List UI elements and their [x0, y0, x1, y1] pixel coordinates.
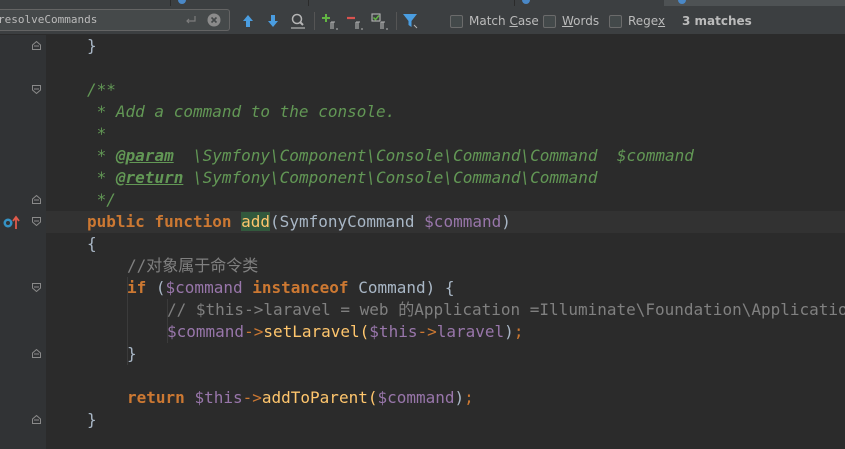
- editor-gutter: [0, 35, 46, 449]
- code-line-14: $command->setLaravel($this->laravel);: [167, 322, 524, 341]
- words-label: Words: [562, 14, 600, 28]
- code-line-15: }: [127, 344, 137, 363]
- code-line-17: return $this->addToParent($command);: [127, 388, 474, 407]
- fold-end-icon[interactable]: [32, 195, 41, 204]
- regex-checkbox[interactable]: [609, 14, 622, 28]
- add-occurrence-icon[interactable]: [321, 12, 339, 30]
- fold-start-icon[interactable]: [32, 283, 41, 292]
- implements-method-icon[interactable]: [2, 215, 22, 231]
- match-case-option[interactable]: Match Case: [450, 14, 539, 28]
- filter-icon[interactable]: [401, 12, 419, 30]
- find-bar: resolveCommands Match Case Words Regex 3…: [0, 6, 845, 35]
- php-file-icon: [178, 0, 186, 4]
- fold-end-icon[interactable]: [32, 349, 41, 358]
- code-line-1: }: [87, 36, 97, 55]
- code-line-3: /**: [87, 80, 116, 99]
- fold-start-icon[interactable]: [32, 85, 41, 94]
- php-file-icon: [678, 0, 686, 4]
- code-editor[interactable]: } /** * Add a command to the console. * …: [46, 35, 845, 449]
- clear-icon[interactable]: [207, 13, 221, 27]
- words-checkbox[interactable]: [543, 14, 556, 28]
- doc-tag: @param: [115, 146, 174, 165]
- match-case-label: Match Case: [469, 14, 539, 28]
- code-line-18: }: [87, 410, 97, 429]
- find-all-icon[interactable]: [289, 12, 307, 30]
- select-all-occurrences-icon[interactable]: [371, 12, 389, 30]
- code-line-6: * @param \Symfony\Component\Console\Comm…: [87, 146, 694, 165]
- code-line-4: * Add a command to the console.: [87, 102, 396, 121]
- match-count: 3 matches: [682, 14, 752, 28]
- code-line-13: // $this->laravel = web 的Application =Il…: [167, 300, 845, 319]
- code-line-10: {: [87, 234, 97, 253]
- code-line-11: //对象属于命令类: [127, 256, 259, 275]
- match-case-checkbox[interactable]: [450, 14, 463, 28]
- fold-end-icon[interactable]: [32, 415, 41, 424]
- code-line-5: *: [87, 124, 107, 143]
- next-occurrence-icon[interactable]: [264, 12, 282, 30]
- enter-icon[interactable]: [184, 13, 198, 27]
- code-line-7: * @return \Symfony\Component\Console\Com…: [87, 168, 598, 187]
- toolbar-separator: [314, 12, 315, 30]
- fold-end-icon[interactable]: [32, 41, 41, 50]
- words-option[interactable]: Words: [543, 14, 599, 28]
- doc-tag: @return: [115, 168, 184, 187]
- code-line-9: public function add(SymfonyCommand $comm…: [87, 212, 511, 231]
- regex-label: Regex: [628, 14, 666, 28]
- remove-occurrence-icon[interactable]: [346, 12, 364, 30]
- php-file-icon: [522, 0, 530, 4]
- previous-occurrence-icon[interactable]: [239, 12, 257, 30]
- search-input[interactable]: resolveCommands: [0, 9, 230, 31]
- code-line-12: if ($command instanceof Command) {: [127, 278, 455, 297]
- search-match: add: [241, 212, 271, 231]
- fold-start-icon[interactable]: [32, 217, 41, 226]
- code-line-8: */: [87, 190, 116, 209]
- regex-option[interactable]: Regex: [609, 14, 665, 28]
- toolbar-separator: [396, 12, 397, 30]
- search-query[interactable]: resolveCommands: [0, 13, 97, 26]
